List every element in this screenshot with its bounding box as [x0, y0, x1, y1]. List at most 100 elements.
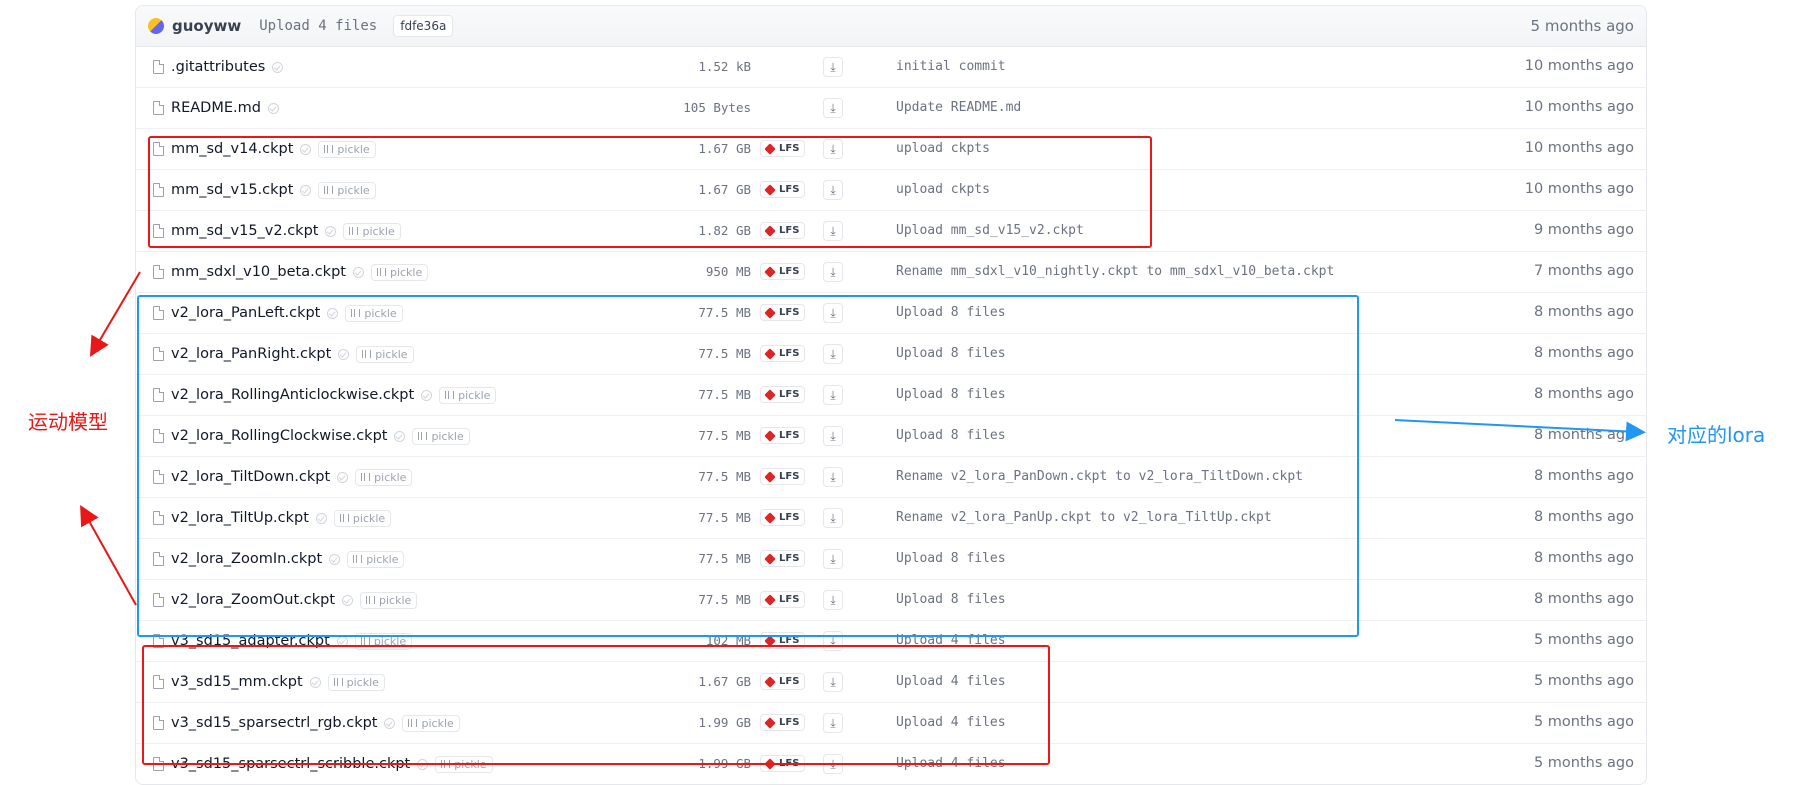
file-row[interactable]: v2_lora_ZoomIn.ckpt pickle 77.5 MB LFS ⤓ Uplo…	[136, 539, 1646, 580]
file-row[interactable]: v3_sd15_sparsectrl_rgb.ckpt pickle 1.99 GB…	[136, 703, 1646, 744]
file-commit-message[interactable]: upload ckpts	[896, 182, 990, 197]
lfs-badge[interactable]: LFS	[760, 345, 806, 362]
file-row[interactable]: mm_sdxl_v10_beta.ckpt pickle 950 MB LFS ⤓ Ren…	[136, 252, 1646, 293]
file-commit-message[interactable]: Upload 8 files	[896, 428, 1006, 443]
file-commit-message[interactable]: Rename v2_lora_PanDown.ckpt to v2_lora_T…	[896, 469, 1303, 484]
pickle-badge[interactable]: pickle	[402, 714, 460, 732]
file-row[interactable]: v3_sd15_adapter.ckpt pickle 102 MB LFS ⤓ Uplo…	[136, 621, 1646, 662]
pickle-badge[interactable]: pickle	[343, 222, 401, 240]
safe-check-icon[interactable]	[309, 676, 321, 688]
file-name-link[interactable]: mm_sd_v15_v2.ckpt	[171, 223, 318, 239]
safe-check-icon[interactable]	[300, 184, 312, 196]
file-name-link[interactable]: v3_sd15_adapter.ckpt	[171, 633, 330, 649]
file-commit-message[interactable]: upload ckpts	[896, 141, 990, 156]
lfs-badge[interactable]: LFS	[760, 755, 806, 772]
file-name-link[interactable]: mm_sd_v15.ckpt	[171, 182, 293, 198]
file-commit-message[interactable]: Upload 8 files	[896, 387, 1006, 402]
file-name-link[interactable]: v2_lora_ZoomIn.ckpt	[171, 551, 322, 567]
download-button[interactable]: ⤓	[823, 549, 843, 569]
pickle-badge[interactable]: pickle	[347, 550, 405, 568]
lfs-badge[interactable]: LFS	[760, 222, 806, 239]
lfs-badge[interactable]: LFS	[760, 263, 806, 280]
download-button[interactable]: ⤓	[823, 672, 843, 692]
file-row[interactable]: v2_lora_ZoomOut.ckpt pickle 77.5 MB LFS ⤓ Upl…	[136, 580, 1646, 621]
download-button[interactable]: ⤓	[823, 467, 843, 487]
file-commit-message[interactable]: Upload 8 files	[896, 305, 1006, 320]
download-button[interactable]: ⤓	[823, 426, 843, 446]
safe-check-icon[interactable]	[342, 594, 354, 606]
safe-check-icon[interactable]	[327, 307, 339, 319]
lfs-badge[interactable]: LFS	[760, 714, 806, 731]
file-row[interactable]: .gitattributes 1.52 kB ⤓ initial commit 10 m…	[136, 47, 1646, 88]
file-name-link[interactable]: .gitattributes	[171, 59, 265, 75]
file-commit-message[interactable]: Upload 8 files	[896, 551, 1006, 566]
pickle-badge[interactable]: pickle	[360, 591, 418, 609]
pickle-badge[interactable]: pickle	[318, 181, 376, 199]
safe-check-icon[interactable]	[267, 102, 279, 114]
safe-check-icon[interactable]	[394, 430, 406, 442]
file-name-link[interactable]: v3_sd15_sparsectrl_rgb.ckpt	[171, 715, 377, 731]
file-name-link[interactable]: v3_sd15_sparsectrl_scribble.ckpt	[171, 756, 410, 772]
pickle-badge[interactable]: pickle	[412, 427, 470, 445]
commit-author[interactable]: guoyww	[172, 17, 241, 35]
download-button[interactable]: ⤓	[823, 57, 843, 77]
file-row[interactable]: v3_sd15_sparsectrl_scribble.ckpt pickle 1.…	[136, 744, 1646, 784]
safe-check-icon[interactable]	[337, 471, 349, 483]
safe-check-icon[interactable]	[336, 635, 348, 647]
file-name-link[interactable]: v2_lora_PanLeft.ckpt	[171, 305, 320, 321]
file-row[interactable]: mm_sd_v15_v2.ckpt pickle 1.82 GB LFS ⤓ Upload…	[136, 211, 1646, 252]
file-commit-message[interactable]: Upload 4 files	[896, 674, 1006, 689]
file-row[interactable]: README.md 105 Bytes ⤓ Update README.md 10 mo…	[136, 88, 1646, 129]
safe-check-icon[interactable]	[315, 512, 327, 524]
file-name-link[interactable]: mm_sdxl_v10_beta.ckpt	[171, 264, 346, 280]
file-commit-message[interactable]: Upload 8 files	[896, 346, 1006, 361]
pickle-badge[interactable]: pickle	[435, 755, 493, 773]
file-row[interactable]: v2_lora_PanLeft.ckpt pickle 77.5 MB LFS ⤓ Upl…	[136, 293, 1646, 334]
safe-check-icon[interactable]	[272, 61, 284, 73]
file-name-link[interactable]: v2_lora_TiltUp.ckpt	[171, 510, 309, 526]
download-button[interactable]: ⤓	[823, 221, 843, 241]
file-row[interactable]: v2_lora_PanRight.ckpt pickle 77.5 MB LFS ⤓ Up…	[136, 334, 1646, 375]
safe-check-icon[interactable]	[338, 348, 350, 360]
file-name-link[interactable]: v2_lora_ZoomOut.ckpt	[171, 592, 335, 608]
file-row[interactable]: mm_sd_v15.ckpt pickle 1.67 GB LFS ⤓ upload ck…	[136, 170, 1646, 211]
pickle-badge[interactable]: pickle	[354, 632, 413, 650]
pickle-badge[interactable]: pickle	[318, 140, 376, 158]
pickle-badge[interactable]: pickle	[439, 386, 497, 404]
download-button[interactable]: ⤓	[823, 139, 843, 159]
author-avatar[interactable]	[148, 18, 164, 34]
file-row[interactable]: v2_lora_RollingClockwise.ckpt pickle 77.5 …	[136, 416, 1646, 457]
download-button[interactable]: ⤓	[823, 713, 843, 733]
safe-check-icon[interactable]	[352, 266, 364, 278]
lfs-badge[interactable]: LFS	[760, 386, 806, 403]
download-button[interactable]: ⤓	[823, 508, 843, 528]
download-button[interactable]: ⤓	[823, 754, 843, 774]
file-commit-message[interactable]: Upload 4 files	[896, 633, 1006, 648]
lfs-badge[interactable]: LFS	[760, 181, 806, 198]
safe-check-icon[interactable]	[417, 758, 429, 770]
lfs-badge[interactable]: LFS	[760, 550, 806, 567]
safe-check-icon[interactable]	[384, 717, 396, 729]
file-commit-message[interactable]: initial commit	[896, 59, 1006, 74]
file-row[interactable]: v2_lora_TiltUp.ckpt pickle 77.5 MB LFS ⤓ Rena…	[136, 498, 1646, 539]
file-commit-message[interactable]: Update README.md	[896, 100, 1021, 115]
download-button[interactable]: ⤓	[823, 631, 843, 651]
download-button[interactable]: ⤓	[823, 344, 843, 364]
download-button[interactable]: ⤓	[823, 180, 843, 200]
pickle-badge[interactable]: pickle	[345, 304, 403, 322]
file-commit-message[interactable]: Rename v2_lora_PanUp.ckpt to v2_lora_Til…	[896, 510, 1272, 525]
lfs-badge[interactable]: LFS	[760, 591, 806, 608]
lfs-badge[interactable]: LFS	[760, 468, 806, 485]
download-button[interactable]: ⤓	[823, 262, 843, 282]
pickle-badge[interactable]: pickle	[327, 673, 385, 691]
file-name-link[interactable]: v2_lora_RollingClockwise.ckpt	[171, 428, 387, 444]
file-commit-message[interactable]: Rename mm_sdxl_v10_nightly.ckpt to mm_sd…	[896, 264, 1334, 279]
lfs-badge[interactable]: LFS	[760, 140, 806, 157]
lfs-badge[interactable]: LFS	[760, 509, 806, 526]
file-name-link[interactable]: v3_sd15_mm.ckpt	[171, 674, 303, 690]
commit-hash-badge[interactable]: fdfe36a	[393, 15, 454, 37]
file-row[interactable]: v2_lora_TiltDown.ckpt pickle 77.5 MB LFS ⤓ Re…	[136, 457, 1646, 498]
file-name-link[interactable]: v2_lora_PanRight.ckpt	[171, 346, 331, 362]
lfs-badge[interactable]: LFS	[760, 304, 806, 321]
safe-check-icon[interactable]	[325, 225, 337, 237]
